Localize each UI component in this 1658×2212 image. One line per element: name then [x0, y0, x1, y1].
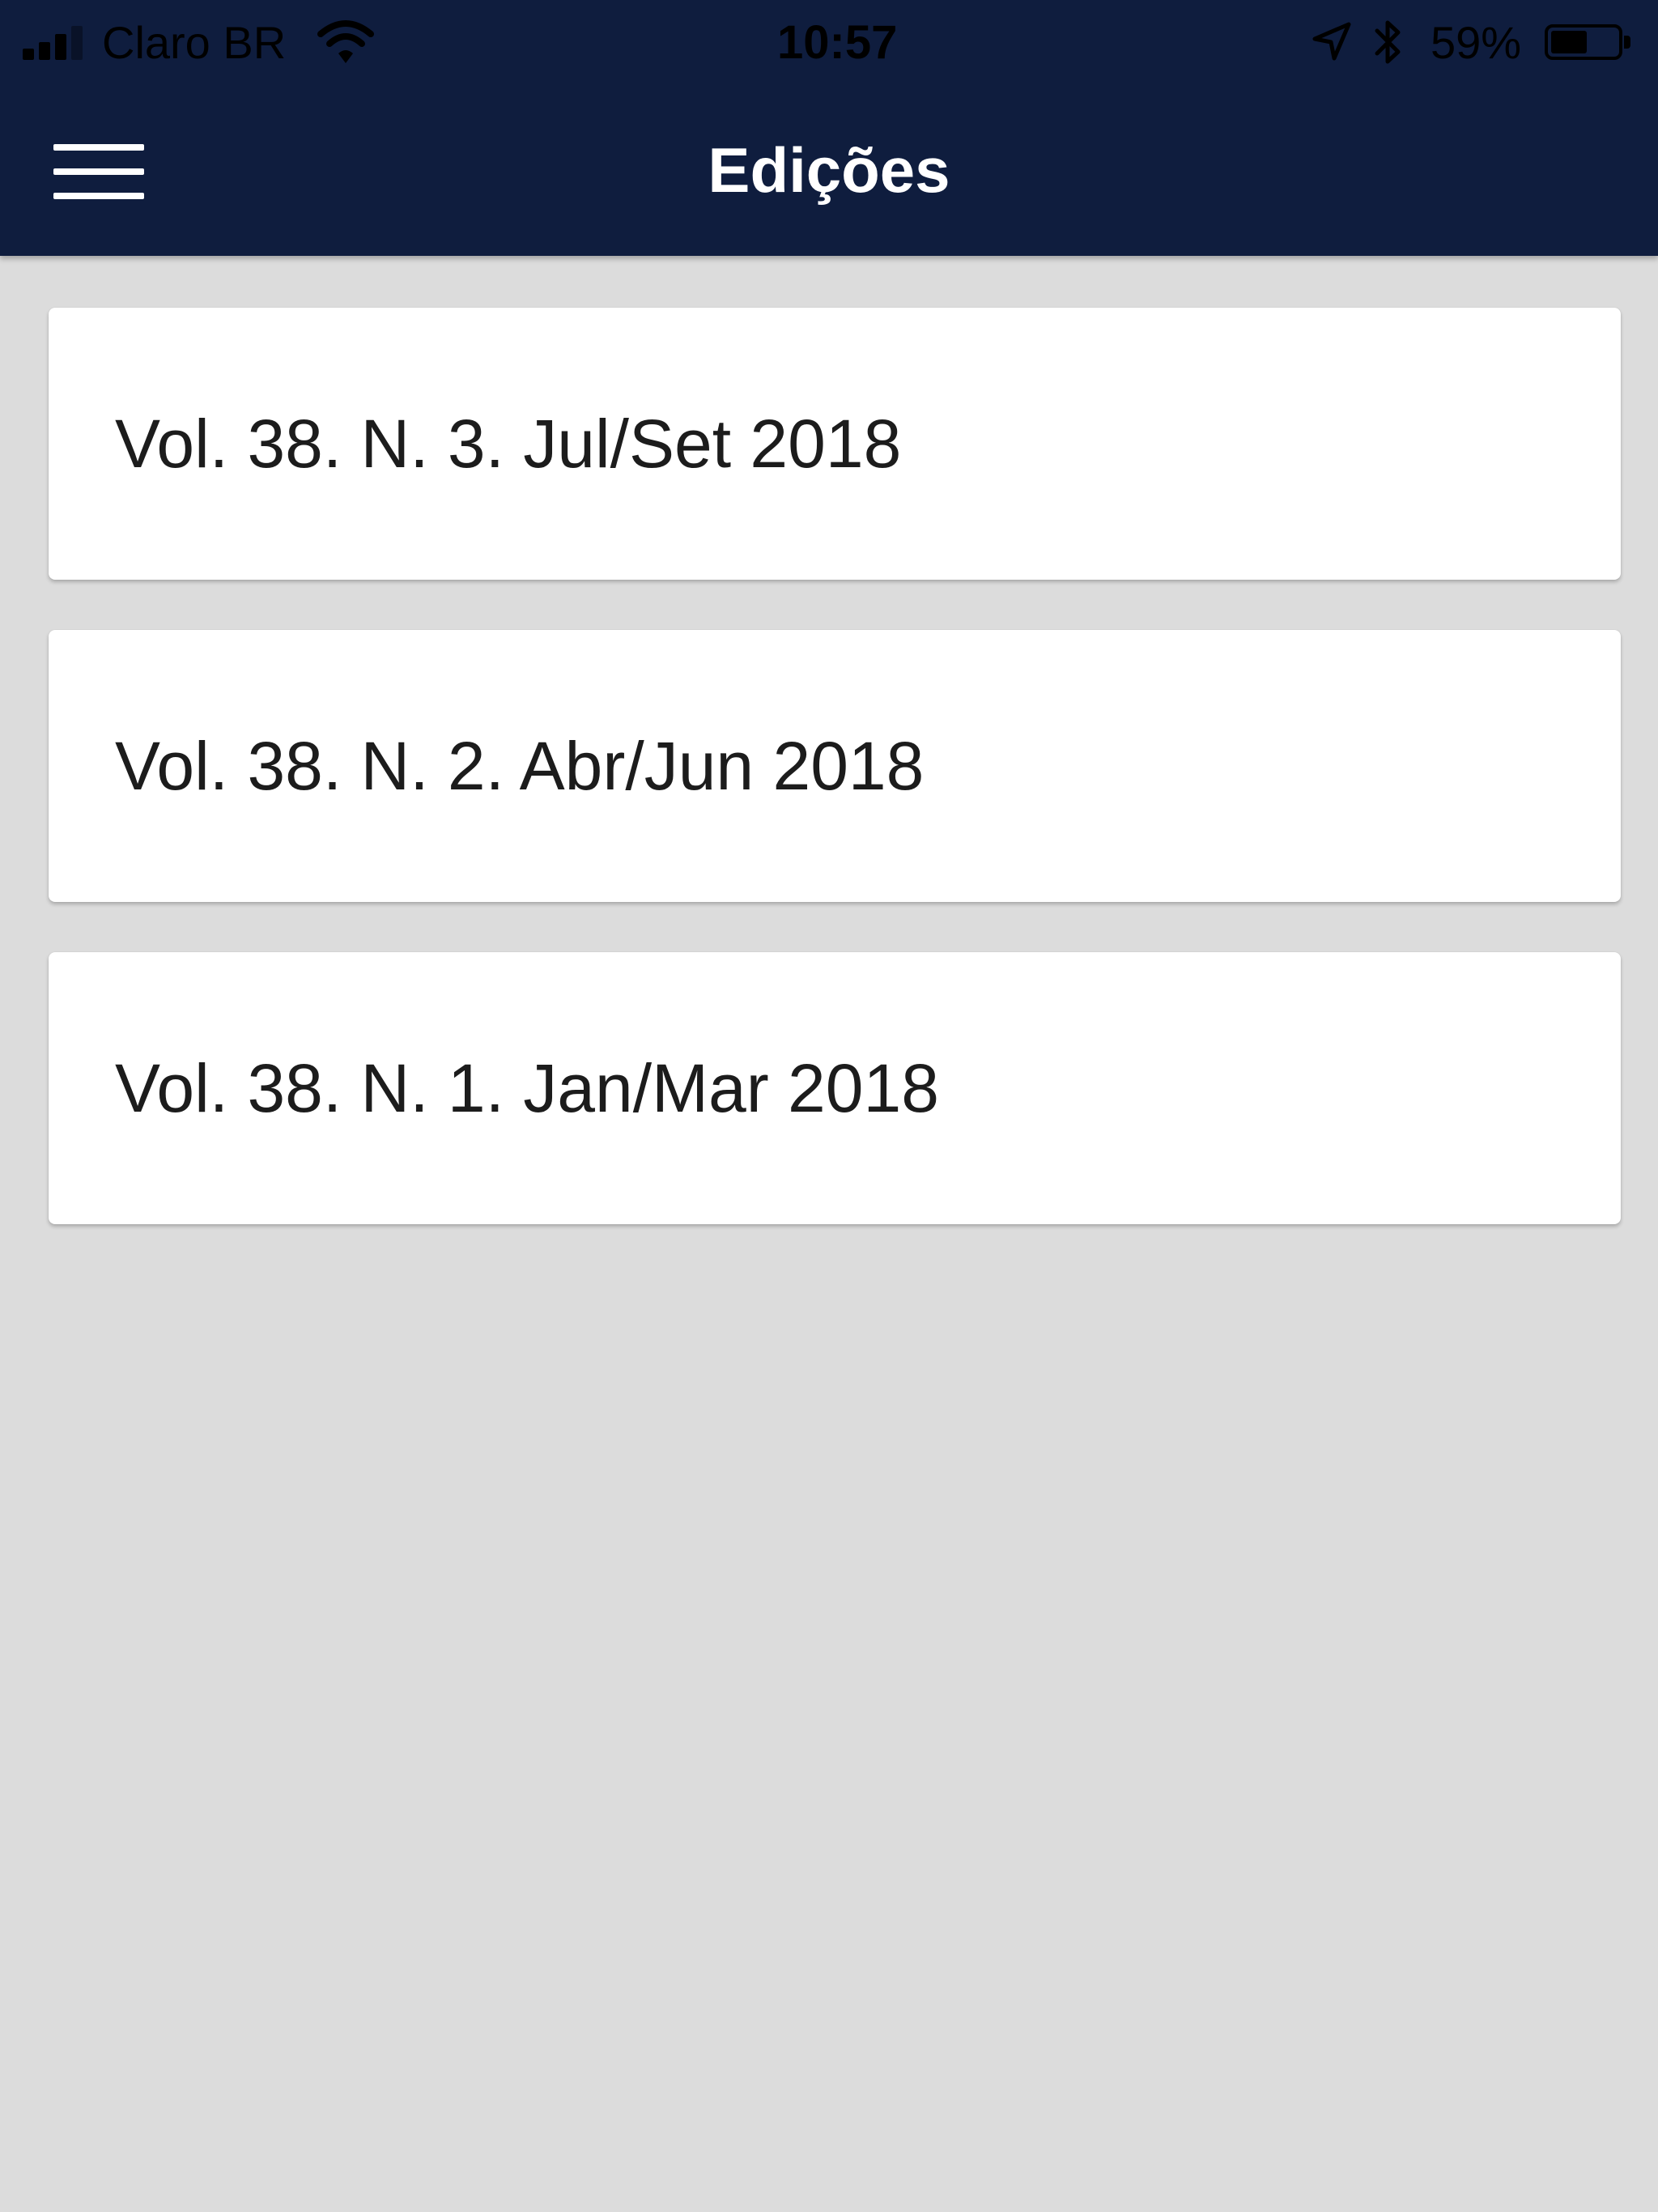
battery-tip	[1624, 36, 1630, 49]
edition-label: Vol. 38. N. 2. Abr/Jun 2018	[115, 728, 925, 804]
edition-card[interactable]: Vol. 38. N. 3. Jul/Set 2018	[49, 308, 1621, 580]
bluetooth-icon	[1375, 20, 1401, 64]
battery-percent: 59%	[1431, 17, 1522, 68]
status-bar: Claro BR 10:57 59%	[0, 0, 1658, 89]
edition-card[interactable]: Vol. 38. N. 2. Abr/Jun 2018	[49, 630, 1621, 902]
edition-label: Vol. 38. N. 3. Jul/Set 2018	[115, 406, 902, 482]
battery-level-fill	[1551, 31, 1587, 53]
app-header: Claro BR 10:57 59% Edições	[0, 0, 1658, 256]
carrier-name: Claro BR	[102, 17, 287, 68]
status-time: 10:57	[777, 16, 898, 69]
edition-label: Vol. 38. N. 1. Jan/Mar 2018	[115, 1050, 939, 1126]
wifi-icon	[317, 20, 374, 63]
battery-icon	[1545, 24, 1622, 60]
editions-list: Vol. 38. N. 3. Jul/Set 2018 Vol. 38. N. …	[49, 308, 1621, 1274]
page-title: Edições	[708, 134, 950, 206]
location-arrow-icon	[1312, 22, 1351, 61]
signal-icon	[23, 24, 96, 60]
edition-card[interactable]: Vol. 38. N. 1. Jan/Mar 2018	[49, 952, 1621, 1224]
